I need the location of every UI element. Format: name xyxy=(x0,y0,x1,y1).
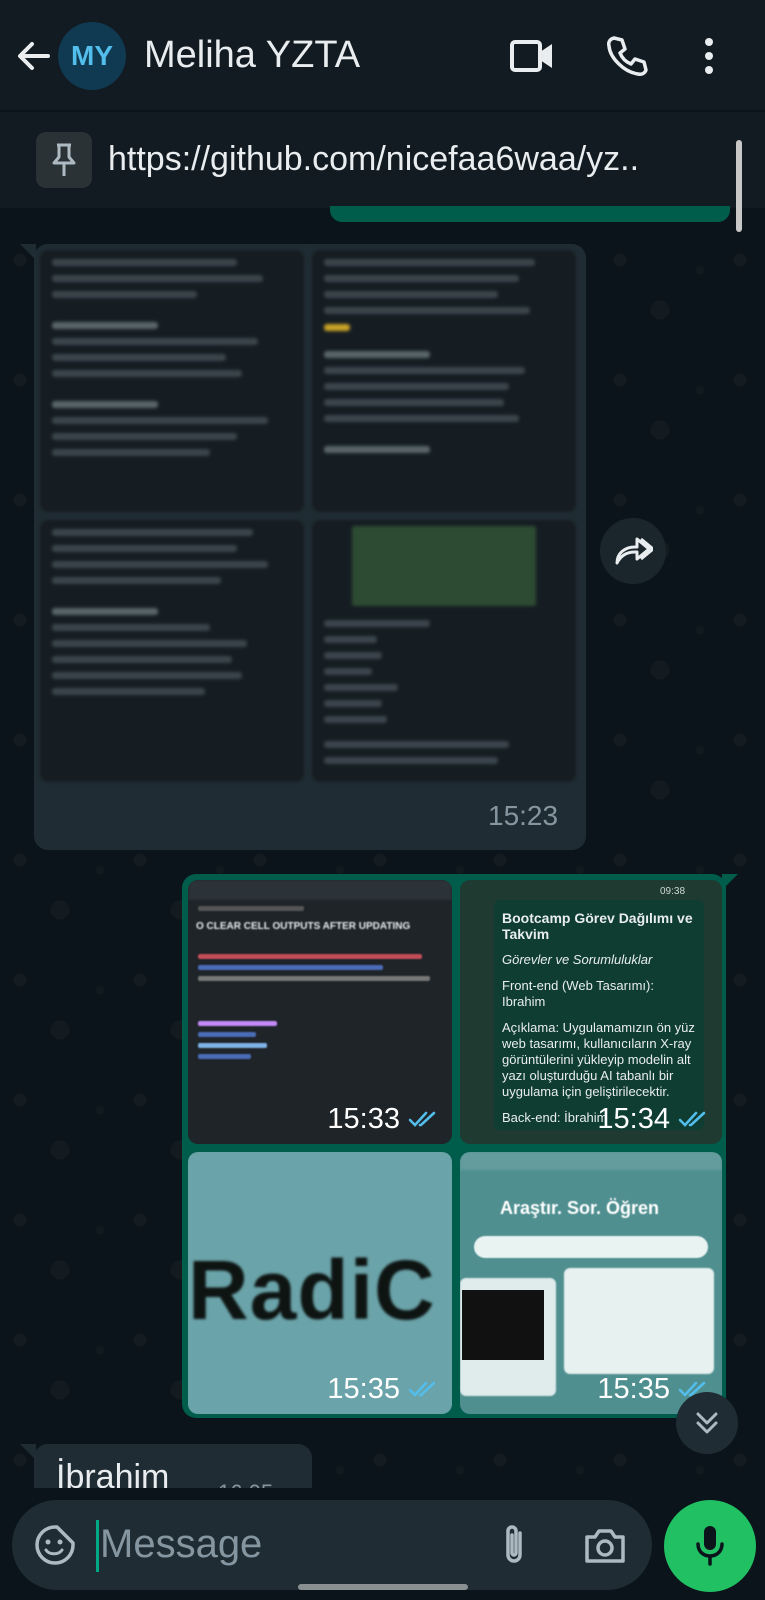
video-call-icon[interactable] xyxy=(508,34,556,78)
pinned-url[interactable]: https://github.com/nicefaa6waa/yz.. xyxy=(108,140,733,179)
chat-header: MY Meliha YZTA xyxy=(0,0,765,110)
phone-icon[interactable] xyxy=(604,34,648,78)
back-arrow-icon[interactable] xyxy=(12,34,56,78)
camera-icon[interactable] xyxy=(580,1522,630,1568)
double-check-icon xyxy=(408,1103,438,1136)
photo-time: 15:34 xyxy=(597,1103,670,1135)
album-photo-website[interactable]: Araştır. Sor. Öğren 15:35 xyxy=(460,1152,722,1414)
mic-icon[interactable] xyxy=(664,1500,756,1592)
chat-screen: MY Meliha YZTA https://github.com/nicefa… xyxy=(0,0,765,1600)
album-photo[interactable] xyxy=(312,250,576,512)
logo-text: RadiC xyxy=(188,1243,436,1337)
forward-icon[interactable] xyxy=(600,518,666,584)
previous-message-edge xyxy=(330,206,730,222)
chevrons-down-icon[interactable] xyxy=(676,1392,738,1454)
site-search-bar xyxy=(474,1236,708,1258)
photo-time: 15:35 xyxy=(597,1373,670,1405)
card-frontend: Front-end (Web Tasarımı): Ibrahim xyxy=(502,978,654,1009)
code-caption: O CLEAR CELL OUTPUTS AFTER UPDATING xyxy=(196,921,411,932)
attach-icon[interactable] xyxy=(496,1520,532,1570)
pinned-scroll-indicator xyxy=(736,140,742,232)
sticker-icon[interactable] xyxy=(30,1520,80,1570)
contact-name[interactable]: Meliha YZTA xyxy=(144,34,360,77)
double-check-icon xyxy=(678,1103,708,1136)
card-description: Açıklama: Uygulamamızın ön yüz web tasar… xyxy=(502,1020,695,1099)
album-photo-task-card[interactable]: 09:38 Bootcamp Görev Dağılımı ve Takvim … xyxy=(460,880,722,1144)
album-photo[interactable] xyxy=(312,520,576,782)
avatar[interactable]: MY xyxy=(58,22,126,90)
message-placeholder[interactable]: Message xyxy=(100,1522,262,1567)
site-title: Araştır. Sor. Öğren xyxy=(500,1198,660,1218)
avatar-initials: MY xyxy=(71,40,113,71)
message-time: 15:23 xyxy=(488,800,559,831)
album-photo[interactable] xyxy=(40,520,304,782)
photo-time: 15:35 xyxy=(327,1373,400,1405)
bubble-tail xyxy=(722,874,738,890)
card-title: Bootcamp Görev Dağılımı ve Takvim xyxy=(502,910,693,942)
pin-icon xyxy=(36,132,92,188)
album-photo-logo[interactable]: RadiC 15:35 xyxy=(188,1152,452,1414)
task-card: Bootcamp Görev Dağılımı ve Takvim Görevl… xyxy=(494,900,704,1130)
double-check-icon xyxy=(408,1373,438,1406)
site-card xyxy=(564,1268,714,1374)
more-options-icon[interactable] xyxy=(694,34,724,78)
card-time: 09:38 xyxy=(660,886,686,897)
text-cursor xyxy=(96,1520,99,1572)
card-subtitle: Görevler ve Sorumluluklar xyxy=(502,952,653,967)
ct-scan-image xyxy=(462,1290,544,1360)
album-photo[interactable] xyxy=(40,250,304,512)
photo-time: 15:33 xyxy=(327,1103,400,1135)
home-indicator[interactable] xyxy=(298,1584,468,1590)
album-photo-code[interactable]: O CLEAR CELL OUTPUTS AFTER UPDATING 15:3… xyxy=(188,880,452,1144)
